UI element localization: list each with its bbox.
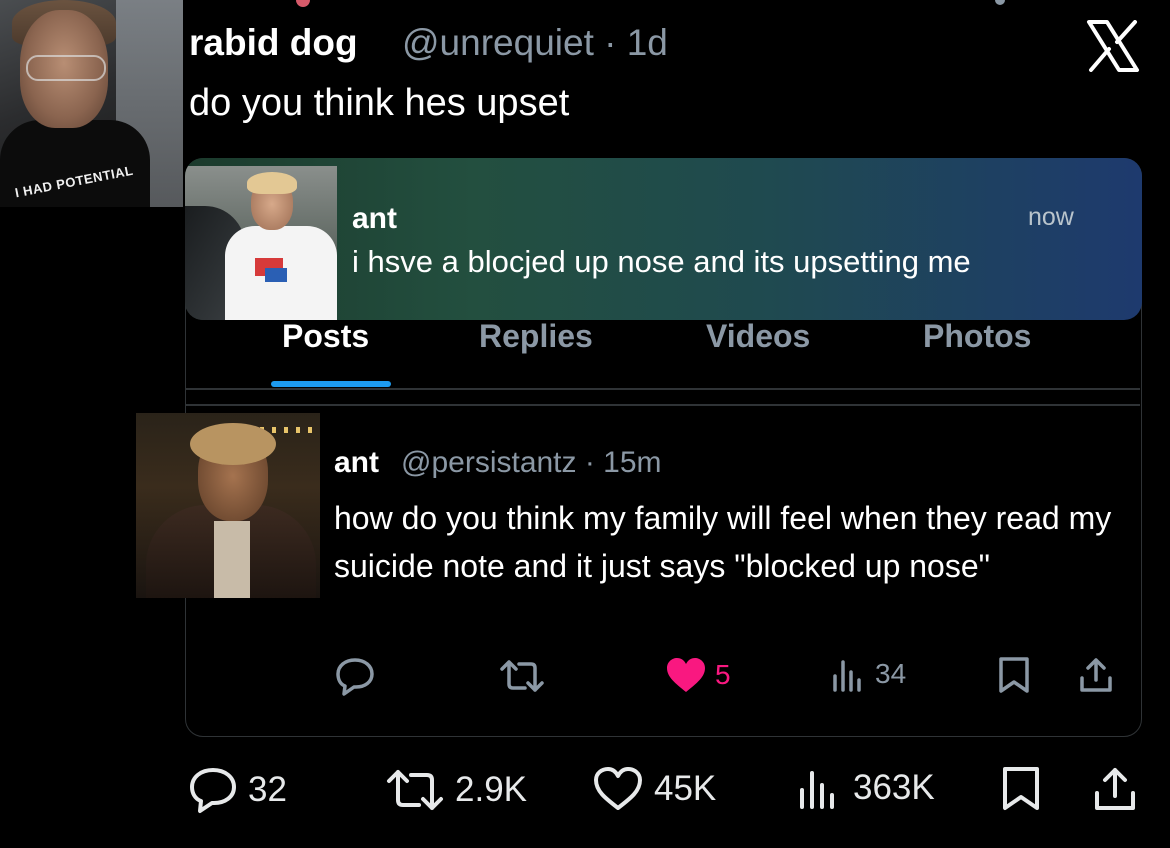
bookmark-button[interactable] (1000, 766, 1042, 812)
active-tab-indicator (271, 381, 391, 387)
views-icon (833, 660, 861, 692)
reply-count: 32 (248, 770, 287, 809)
inner-views-count: 34 (875, 658, 907, 689)
views-icon (800, 771, 834, 809)
x-logo-icon[interactable] (1085, 20, 1141, 72)
notification-time: now (1028, 203, 1074, 231)
tweet-handle-time[interactable]: @persistantz · 15m (401, 446, 662, 480)
reply-button[interactable]: 32 (188, 766, 287, 814)
repost-count: 2.9K (455, 770, 527, 809)
avatar-glasses (26, 55, 106, 81)
inner-views-button[interactable]: 34 (831, 656, 906, 692)
heart-filled-icon (667, 658, 705, 692)
notification-banner[interactable] (185, 158, 1142, 320)
post-text: do you think hes upset (189, 82, 570, 124)
tweet-divider (186, 404, 1140, 406)
repost-button[interactable]: 2.9K (385, 766, 527, 814)
thumbnail-shirt-logo-blue (265, 268, 287, 282)
views-button[interactable]: 363K (797, 766, 935, 810)
share-icon (1080, 658, 1112, 692)
tweet-text: how do you think my family will feel whe… (334, 500, 1112, 584)
thumbnail-hair (247, 172, 297, 194)
inner-bookmark-button[interactable] (997, 656, 1031, 694)
inner-share-button[interactable] (1078, 656, 1114, 694)
share-icon (1095, 768, 1135, 810)
reply-icon (190, 768, 236, 813)
views-count: 363K (853, 768, 935, 807)
author-handle-time[interactable]: @unrequiet · 1d (402, 22, 668, 64)
tab-posts[interactable]: Posts (282, 318, 369, 355)
tab-divider (186, 388, 1140, 390)
inner-repost-button[interactable] (499, 656, 545, 696)
reply-icon (336, 658, 374, 696)
heart-icon (594, 767, 642, 810)
tab-replies[interactable]: Replies (479, 318, 593, 355)
tab-photos[interactable]: Photos (923, 318, 1031, 355)
author-name[interactable]: rabid dog (189, 22, 358, 64)
like-count: 45K (654, 769, 717, 808)
bookmark-icon (1003, 767, 1039, 810)
bookmark-icon (999, 657, 1029, 693)
repost-icon (500, 660, 544, 692)
author-avatar[interactable]: I HAD POTENTIAL (0, 0, 183, 207)
tab-videos[interactable]: Videos (706, 318, 810, 355)
partial-icon-top-right (995, 0, 1005, 5)
tweet-avatar[interactable] (136, 413, 320, 598)
like-button[interactable]: 45K (592, 766, 716, 812)
repost-icon (387, 770, 443, 810)
avatar-hair (190, 423, 276, 465)
inner-like-button[interactable]: 5 (665, 656, 731, 694)
tweet-author-name[interactable]: ant (334, 446, 379, 480)
notification-thumbnail (185, 166, 337, 320)
avatar-undershirt (214, 521, 250, 598)
inner-reply-button[interactable] (334, 656, 376, 696)
notification-message: i hsve a blocjed up nose and its upsetti… (352, 244, 971, 279)
share-button[interactable] (1092, 766, 1138, 812)
inner-like-count: 5 (715, 659, 731, 690)
partial-icon-top (296, 0, 310, 7)
notification-sender: ant (352, 202, 397, 235)
